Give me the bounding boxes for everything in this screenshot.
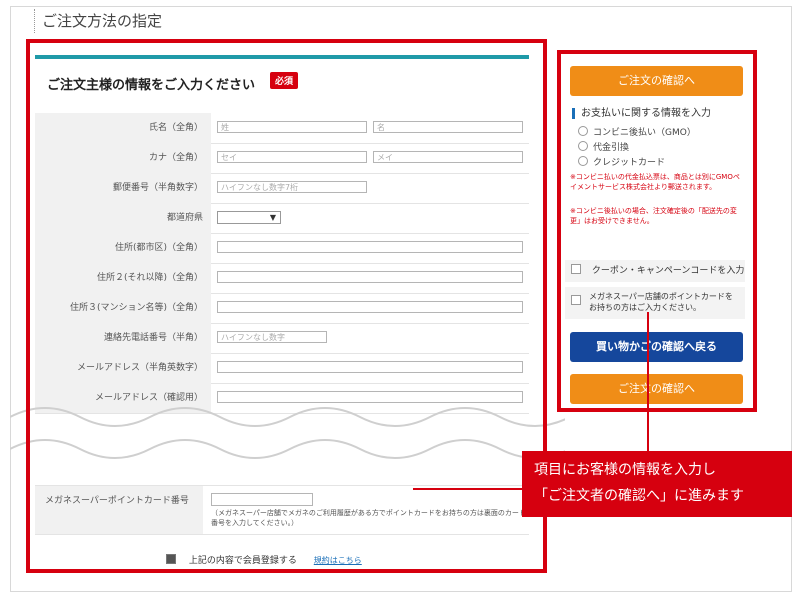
page-title: ご注文方法の指定 — [42, 12, 163, 30]
annotation-sidebar-box — [557, 50, 757, 412]
annotation-form-box — [26, 39, 547, 573]
annotation-callout: 項目にお客様の情報を入力し 「ご注文者の確認へ」に進みます — [522, 451, 792, 517]
callout-line-2: 「ご注文者の確認へ」に進みます — [534, 488, 744, 504]
annotation-connector — [647, 312, 649, 453]
annotation-connector — [413, 488, 523, 490]
callout-line-1: 項目にお客様の情報を入力し — [534, 462, 716, 478]
